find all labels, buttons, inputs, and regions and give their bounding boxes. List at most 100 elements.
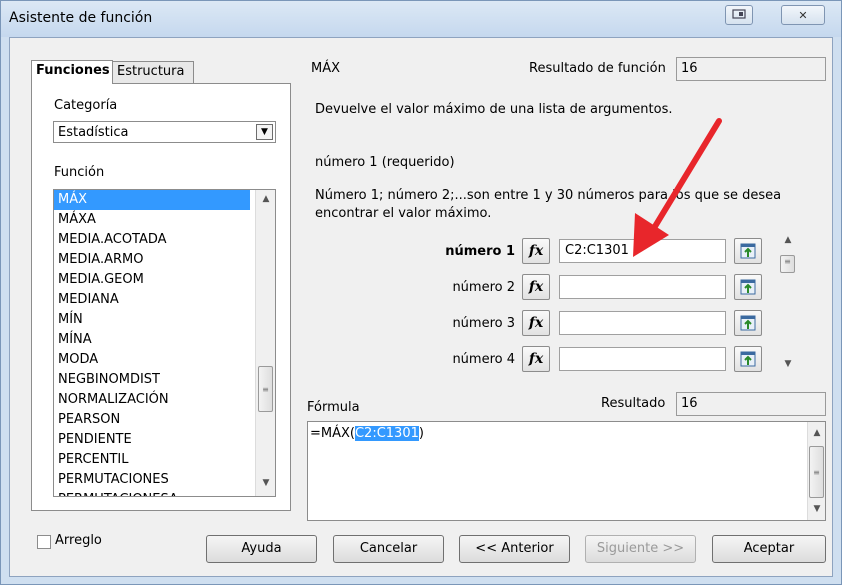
scroll-down-icon[interactable]: ▼ [781,359,795,373]
formula-label: Fórmula [307,400,360,415]
argument-title-text: número 1 (requerido) [315,155,455,170]
argument-2-input[interactable] [559,275,726,299]
function-list-item[interactable]: MÁX [54,190,250,210]
arguments-scrollbar[interactable]: ▲ ≡ ▼ [779,233,797,377]
grip-icon: ≡ [813,467,820,477]
function-list-item[interactable]: MÁXA [54,210,275,230]
function-list-item[interactable]: PEARSON [54,410,275,430]
ok-button[interactable]: Aceptar [712,535,826,563]
argument-3-label: número 3 [452,316,515,331]
array-checkbox-label-text: Arreglo [55,533,102,548]
argument-4-shrink-button[interactable] [734,346,762,372]
argument-2-shrink-button[interactable] [734,274,762,300]
back-button-label: << Anterior [475,541,554,556]
help-button-label: Ayuda [241,541,282,556]
formula-label-text: Fórmula [307,400,360,415]
fx-icon: fx [528,243,544,259]
ok-button-label: Aceptar [743,541,795,556]
category-value: Estadística [58,125,129,140]
function-label-text: Función [54,165,105,180]
scroll-down-icon[interactable]: ▼ [259,478,273,492]
close-icon: ✕ [798,8,808,22]
scroll-thumb[interactable]: ≡ [780,255,795,273]
function-list-scrollbar[interactable]: ▲ ≡ ▼ [255,190,275,496]
restore-button[interactable] [725,5,753,25]
function-list-item[interactable]: MODA [54,350,275,370]
formula-prefix: =MÁX( [310,426,355,441]
fx-icon: fx [528,315,544,331]
fx-icon: fx [528,351,544,367]
argument-title: número 1 (requerido) [315,155,455,170]
function-result-label: Resultado de función [529,61,666,76]
array-checkbox-label: Arreglo [55,533,102,548]
grip-icon: ≡ [262,384,269,394]
back-button[interactable]: << Anterior [459,535,570,563]
formula-highlight: C2:C1301 [354,426,419,441]
argument-1-label: número 1 [445,244,515,259]
argument-1-fx-button[interactable]: fx [522,238,550,264]
tab-structure-label: Estructura [117,64,185,79]
argument-3-fx-button[interactable]: fx [522,310,550,336]
scroll-down-icon[interactable]: ▼ [810,504,824,518]
category-label: Categoría [54,98,117,113]
scroll-up-icon[interactable]: ▲ [781,235,795,249]
title-bar[interactable]: Asistente de función ✕ [1,1,841,37]
formula-text: =MÁX(C2:C1301) [310,426,424,441]
argument-2-fx-button[interactable]: fx [522,274,550,300]
function-list-item[interactable]: PENDIENTE [54,430,275,450]
argument-3-shrink-button[interactable] [734,310,762,336]
function-name: MÁX [311,61,340,76]
function-list-item[interactable]: PERMUTACIONES [54,470,275,490]
grip-icon: ≡ [784,257,791,266]
argument-2-label: número 2 [452,280,515,295]
formula-result-label: Resultado [601,396,665,411]
formula-editor[interactable]: =MÁX(C2:C1301) ▲ ≡ ▼ [307,421,826,521]
close-button[interactable]: ✕ [781,5,825,25]
function-list-item[interactable]: MEDIANA [54,290,275,310]
annotation-arrow-icon [633,118,722,257]
function-list-item[interactable]: NORMALIZACIÓN [54,390,275,410]
fx-icon: fx [528,279,544,295]
function-list[interactable]: MÁX MÁXA MEDIA.ACOTADA MEDIA.ARMO MEDIA.GEOM… [53,189,276,497]
function-result-value: 16 [676,57,826,81]
function-list-item[interactable]: PERCENTIL [54,450,275,470]
function-list-item[interactable]: NEGBINOMDIST [54,370,275,390]
function-list-item[interactable]: MÍN [54,310,275,330]
argument-4-fx-button[interactable]: fx [522,346,550,372]
help-button[interactable]: Ayuda [206,535,317,563]
chevron-down-icon[interactable]: ▼ [256,124,273,140]
category-select[interactable]: Estadística ▼ [53,121,276,143]
function-name-text: MÁX [311,61,341,76]
argument-4-label: número 4 [452,352,515,367]
formula-scrollbar[interactable]: ▲ ≡ ▼ [807,422,825,520]
function-list-item[interactable]: PERMUTACIONESA [54,490,275,496]
function-list-item[interactable]: MÍNA [54,330,275,350]
function-result-value-text: 16 [681,61,698,76]
cancel-button[interactable]: Cancelar [333,535,444,563]
window-title: Asistente de función [9,10,153,26]
function-list-items: MÁX MÁXA MEDIA.ACOTADA MEDIA.ARMO MEDIA.GEOM… [54,190,275,496]
function-result-label-text: Resultado de función [529,61,666,76]
scroll-thumb[interactable]: ≡ [258,366,273,412]
function-list-item[interactable]: MEDIA.GEOM [54,270,275,290]
scroll-up-icon[interactable]: ▲ [259,194,273,208]
restore-icon [732,8,746,22]
function-wizard-window: Asistente de función ✕ Funciones Estruct… [0,0,842,585]
argument-3-input[interactable] [559,311,726,335]
next-button[interactable]: Siguiente >> [585,535,696,563]
cancel-button-label: Cancelar [359,541,418,556]
tab-functions[interactable]: Funciones [31,60,113,84]
function-list-item[interactable]: MEDIA.ACOTADA [54,230,275,250]
scroll-up-icon[interactable]: ▲ [810,428,824,442]
function-label: Función [54,165,104,180]
category-label-text: Categoría [54,98,118,113]
argument-4-input[interactable] [559,347,726,371]
formula-result-label-text: Resultado [601,396,666,411]
function-list-item[interactable]: MEDIA.ARMO [54,250,275,270]
scroll-thumb[interactable]: ≡ [809,446,824,498]
tab-functions-label: Funciones [36,63,110,78]
tab-structure[interactable]: Estructura [112,61,194,83]
formula-suffix: ) [418,426,424,441]
next-button-label: Siguiente >> [596,541,685,556]
array-checkbox[interactable] [37,535,51,549]
